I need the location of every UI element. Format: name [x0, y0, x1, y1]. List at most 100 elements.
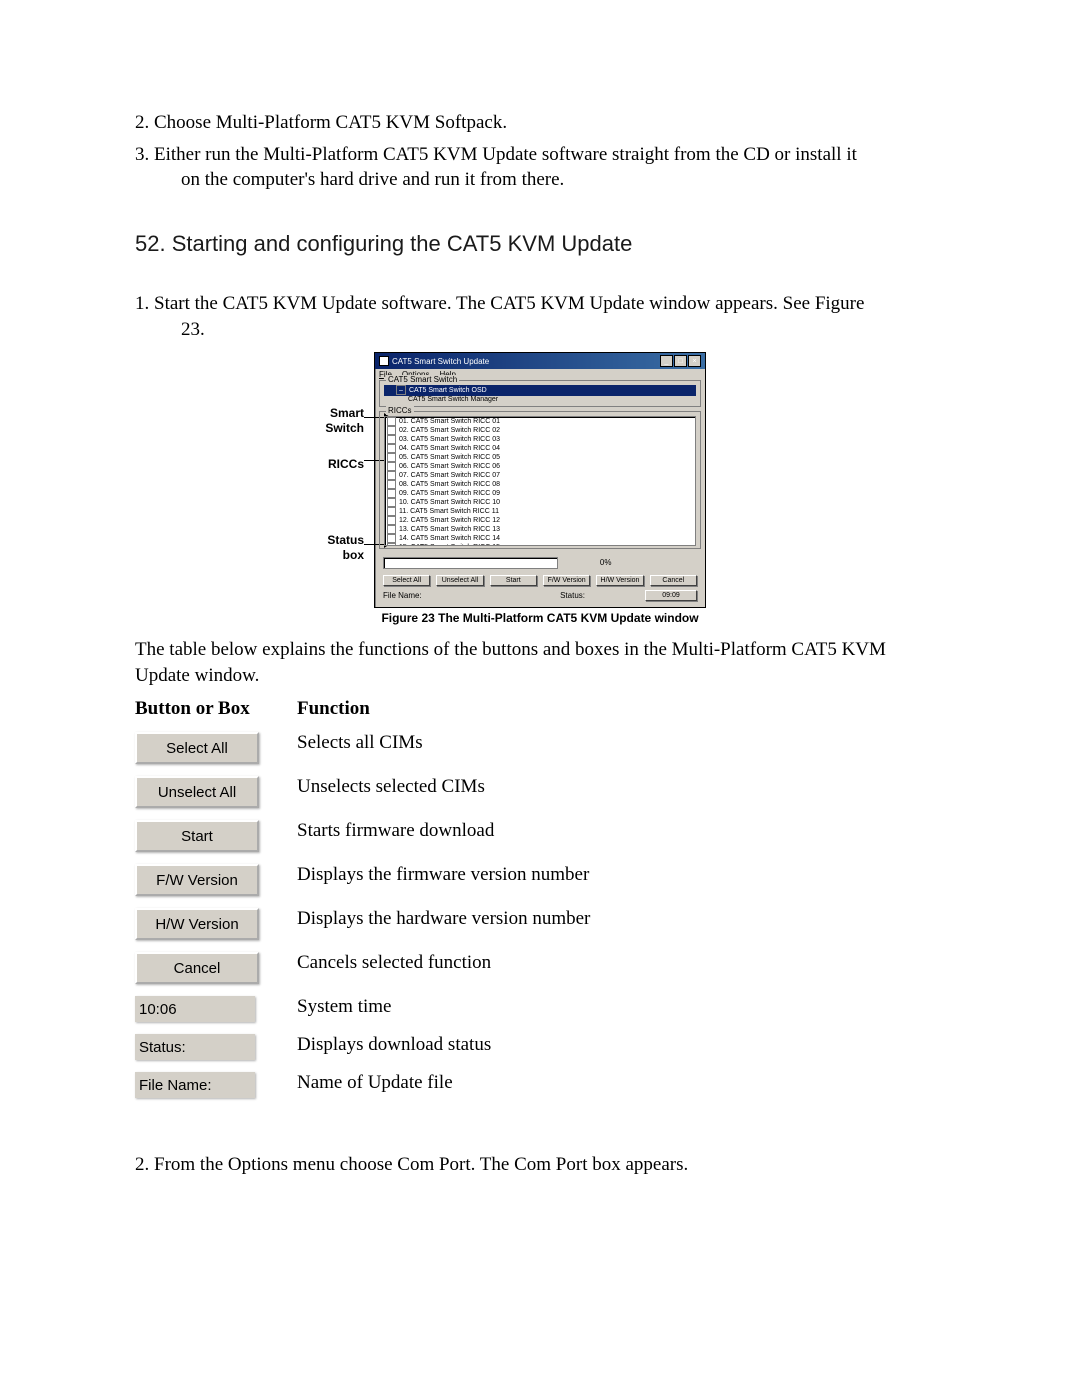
- checkbox[interactable]: [387, 462, 396, 471]
- list-item[interactable]: 04. CAT5 Smart Switch RICC 04: [385, 444, 695, 453]
- time-field-sample: 10:06: [135, 996, 255, 1022]
- groupbox-title: CAT5 Smart Switch: [386, 375, 459, 384]
- table-header-col2: Function: [297, 698, 945, 720]
- instruction-item: 1. Start the CAT5 KVM Update software. T…: [135, 291, 945, 342]
- close-button[interactable]: ×: [688, 355, 701, 367]
- list-item[interactable]: 06. CAT5 Smart Switch RICC 06: [385, 462, 695, 471]
- checkbox[interactable]: [387, 426, 396, 435]
- file-name-label: File Name:: [383, 591, 422, 600]
- section-heading: 52. Starting and configuring the CAT5 KV…: [135, 231, 945, 257]
- hw-version-button[interactable]: H/W Version: [596, 575, 643, 586]
- step-number: 2.: [135, 112, 149, 133]
- groupbox-title: RICCs: [386, 406, 414, 415]
- checkbox[interactable]: [387, 417, 396, 426]
- instruction-list-top: 2. Choose Multi-Platform CAT5 KVM Softpa…: [135, 110, 945, 193]
- list-item[interactable]: 15. CAT5 Smart Switch RICC 15: [385, 543, 695, 546]
- window-title: CAT5 Smart Switch Update: [392, 357, 489, 366]
- list-item[interactable]: 14. CAT5 Smart Switch RICC 14: [385, 534, 695, 543]
- function-desc: Name of Update file: [297, 1072, 945, 1094]
- checkbox[interactable]: [387, 444, 396, 453]
- checkbox[interactable]: [387, 480, 396, 489]
- table-header-col1: Button or Box: [135, 698, 285, 720]
- list-item[interactable]: 01. CAT5 Smart Switch RICC 01: [385, 417, 695, 426]
- list-item[interactable]: 05. CAT5 Smart Switch RICC 05: [385, 453, 695, 462]
- checkbox[interactable]: [387, 435, 396, 444]
- tree-item-osd[interactable]: – CAT5 Smart Switch OSD: [384, 385, 696, 396]
- select-all-button-sample[interactable]: Select All: [135, 732, 259, 764]
- checkbox[interactable]: [387, 534, 396, 543]
- function-desc: System time: [297, 996, 945, 1018]
- function-table: Button or Box Function Select All Select…: [135, 698, 945, 1098]
- instruction-item: 2. From the Options menu choose Com Port…: [135, 1152, 945, 1178]
- list-item[interactable]: 12. CAT5 Smart Switch RICC 12: [385, 516, 695, 525]
- riccs-groupbox: RICCs 01. CAT5 Smart Switch RICC 01 02. …: [379, 411, 701, 549]
- checkbox[interactable]: [387, 543, 396, 546]
- function-desc: Displays the hardware version number: [297, 908, 945, 930]
- checkbox[interactable]: [387, 498, 396, 507]
- step-number: 1.: [135, 293, 149, 314]
- list-item[interactable]: 08. CAT5 Smart Switch RICC 08: [385, 480, 695, 489]
- progress-bar: [383, 557, 558, 569]
- document-page: 2. Choose Multi-Platform CAT5 KVM Softpa…: [0, 0, 1080, 1397]
- time-field: 09:09: [645, 590, 697, 601]
- step-text: Start the CAT5 KVM Update software. The …: [135, 293, 945, 342]
- instruction-item: 3. Either run the Multi-Platform CAT5 KV…: [135, 142, 945, 193]
- tree-item-manager[interactable]: CAT5 Smart Switch Manager: [384, 396, 696, 404]
- list-item[interactable]: 09. CAT5 Smart Switch RICC 09: [385, 489, 695, 498]
- list-item[interactable]: 07. CAT5 Smart Switch RICC 07: [385, 471, 695, 480]
- progress-percent: 0%: [600, 558, 612, 567]
- filename-field-sample: File Name:: [135, 1072, 255, 1098]
- function-desc: Unselects selected CIMs: [297, 776, 945, 798]
- screenshot-area: Smart Switch RICCs Status box CAT5 Smart…: [374, 352, 706, 608]
- list-item[interactable]: 11. CAT5 Smart Switch RICC 11: [385, 507, 695, 516]
- ricc-list[interactable]: 01. CAT5 Smart Switch RICC 01 02. CAT5 S…: [384, 416, 696, 546]
- checkbox[interactable]: [387, 525, 396, 534]
- hw-version-button-sample[interactable]: H/W Version: [135, 908, 259, 940]
- figure-wrap: Smart Switch RICCs Status box CAT5 Smart…: [135, 352, 945, 625]
- list-item[interactable]: 02. CAT5 Smart Switch RICC 02: [385, 426, 695, 435]
- function-desc: Starts firmware download: [297, 820, 945, 842]
- function-desc: Displays download status: [297, 1034, 945, 1056]
- checkbox[interactable]: [387, 507, 396, 516]
- status-field-sample: Status:: [135, 1034, 255, 1060]
- checkbox[interactable]: [387, 516, 396, 525]
- step-text: From the Options menu choose Com Port. T…: [154, 1154, 688, 1175]
- status-label: Status:: [560, 591, 585, 600]
- function-desc: Displays the firmware version number: [297, 864, 945, 886]
- checkbox[interactable]: [387, 453, 396, 462]
- tree-expand-icon[interactable]: –: [396, 385, 406, 395]
- step-text: Choose Multi-Platform CAT5 KVM Softpack.: [154, 112, 507, 133]
- smart-switch-groupbox: CAT5 Smart Switch – CAT5 Smart Switch OS…: [379, 380, 701, 407]
- callout-smart-switch: Smart Switch: [292, 406, 364, 435]
- list-item[interactable]: 03. CAT5 Smart Switch RICC 03: [385, 435, 695, 444]
- start-button-sample[interactable]: Start: [135, 820, 259, 852]
- minimize-button[interactable]: _: [660, 355, 673, 367]
- callout-status-box: Status box: [292, 533, 364, 562]
- status-row: File Name: Status: 09:09: [375, 588, 705, 607]
- list-item[interactable]: 13. CAT5 Smart Switch RICC 13: [385, 525, 695, 534]
- app-icon: [379, 356, 389, 366]
- fw-version-button[interactable]: F/W Version: [543, 575, 590, 586]
- function-desc: Cancels selected function: [297, 952, 945, 974]
- start-button[interactable]: Start: [490, 575, 537, 586]
- callout-riccs: RICCs: [292, 457, 364, 471]
- maximize-button[interactable]: □: [674, 355, 687, 367]
- update-window: CAT5 Smart Switch Update _ □ × File Opti…: [374, 352, 706, 608]
- fw-version-button-sample[interactable]: F/W Version: [135, 864, 259, 896]
- cancel-button[interactable]: Cancel: [650, 575, 697, 586]
- button-row: Select All Unselect All Start F/W Versio…: [375, 573, 705, 588]
- progress-area: 0%: [375, 553, 705, 573]
- callout-labels: Smart Switch RICCs Status box: [292, 406, 364, 562]
- unselect-all-button[interactable]: Unselect All: [436, 575, 483, 586]
- figure-caption: Figure 23 The Multi-Platform CAT5 KVM Up…: [135, 611, 945, 625]
- unselect-all-button-sample[interactable]: Unselect All: [135, 776, 259, 808]
- checkbox[interactable]: [387, 471, 396, 480]
- list-item[interactable]: 10. CAT5 Smart Switch RICC 10: [385, 498, 695, 507]
- step-text: Either run the Multi-Platform CAT5 KVM U…: [135, 144, 945, 193]
- step-number: 3.: [135, 144, 149, 165]
- function-desc: Selects all CIMs: [297, 732, 945, 754]
- select-all-button[interactable]: Select All: [383, 575, 430, 586]
- cancel-button-sample[interactable]: Cancel: [135, 952, 259, 984]
- checkbox[interactable]: [387, 489, 396, 498]
- step-number: 2.: [135, 1154, 149, 1175]
